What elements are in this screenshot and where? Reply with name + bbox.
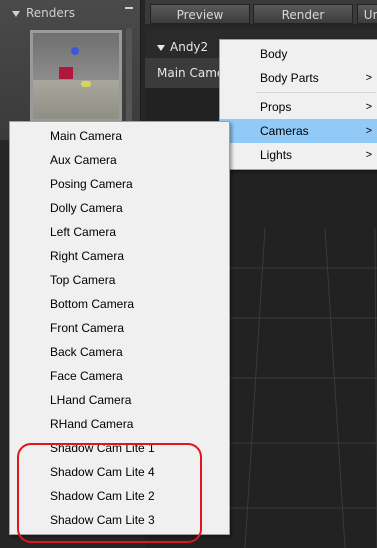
camera-menu-item[interactable]: Posing Camera <box>10 172 229 196</box>
figure-name: Andy2 <box>170 40 209 54</box>
camera-menu-item[interactable]: Bottom Camera <box>10 292 229 316</box>
camera-menu-item[interactable]: Dolly Camera <box>10 196 229 220</box>
renders-panel-header[interactable]: Renders <box>12 6 75 20</box>
renders-title: Renders <box>26 6 75 20</box>
submenu-arrow-icon: > <box>365 101 372 113</box>
app-window: Renders Preview Render Un Andy2 Main Cam… <box>0 0 377 548</box>
camera-menu-item[interactable]: Aux Camera <box>10 148 229 172</box>
tab-preview[interactable]: Preview <box>150 4 250 24</box>
camera-menu-item[interactable]: RHand Camera <box>10 412 229 436</box>
camera-menu-item[interactable]: Shadow Cam Lite 4 <box>10 460 229 484</box>
menu-item-body[interactable]: Body <box>220 42 377 66</box>
renders-panel: Renders <box>0 0 141 140</box>
camera-menu-item[interactable]: Right Camera <box>10 244 229 268</box>
renders-scrollbar[interactable] <box>126 28 132 128</box>
box-prop <box>59 67 73 79</box>
tab-third[interactable]: Un <box>357 4 377 24</box>
context-menu: Body Body Parts > Props > Cameras > Lights > <box>219 39 377 170</box>
camera-menu-item[interactable]: LHand Camera <box>10 388 229 412</box>
submenu-arrow-icon: > <box>365 125 372 137</box>
menu-item-props[interactable]: Props > <box>220 95 377 119</box>
menu-separator <box>256 92 376 93</box>
camera-menu-item[interactable]: Shadow Cam Lite 2 <box>10 484 229 508</box>
menu-item-body-parts[interactable]: Body Parts > <box>220 66 377 90</box>
menu-item-lights[interactable]: Lights > <box>220 143 377 167</box>
camera-menu-item[interactable]: Top Camera <box>10 268 229 292</box>
tab-bar: Preview Render Un <box>145 0 377 24</box>
menu-item-cameras[interactable]: Cameras > <box>220 119 377 143</box>
cameras-submenu: Main Camera Aux Camera Posing Camera Dol… <box>9 121 230 535</box>
collapse-triangle-icon[interactable] <box>12 10 20 17</box>
submenu-arrow-icon: > <box>365 72 372 84</box>
tab-render[interactable]: Render <box>253 4 353 24</box>
render-thumbnail[interactable] <box>30 30 122 122</box>
panel-menu-icon[interactable] <box>125 7 133 17</box>
camera-menu-item[interactable]: Left Camera <box>10 220 229 244</box>
camera-menu-item[interactable]: Front Camera <box>10 316 229 340</box>
camera-menu-item[interactable]: Shadow Cam Lite 1 <box>10 436 229 460</box>
camera-menu-item[interactable]: Face Camera <box>10 364 229 388</box>
camera-menu-item[interactable]: Back Camera <box>10 340 229 364</box>
sphere-prop <box>71 47 79 55</box>
camera-menu-item[interactable]: Shadow Cam Lite 3 <box>10 508 229 532</box>
submenu-arrow-icon: > <box>365 149 372 161</box>
figure-selector[interactable]: Andy2 <box>157 40 208 54</box>
dropdown-triangle-icon <box>157 44 165 51</box>
cone-prop <box>81 81 91 87</box>
camera-menu-item[interactable]: Main Camera <box>10 124 229 148</box>
